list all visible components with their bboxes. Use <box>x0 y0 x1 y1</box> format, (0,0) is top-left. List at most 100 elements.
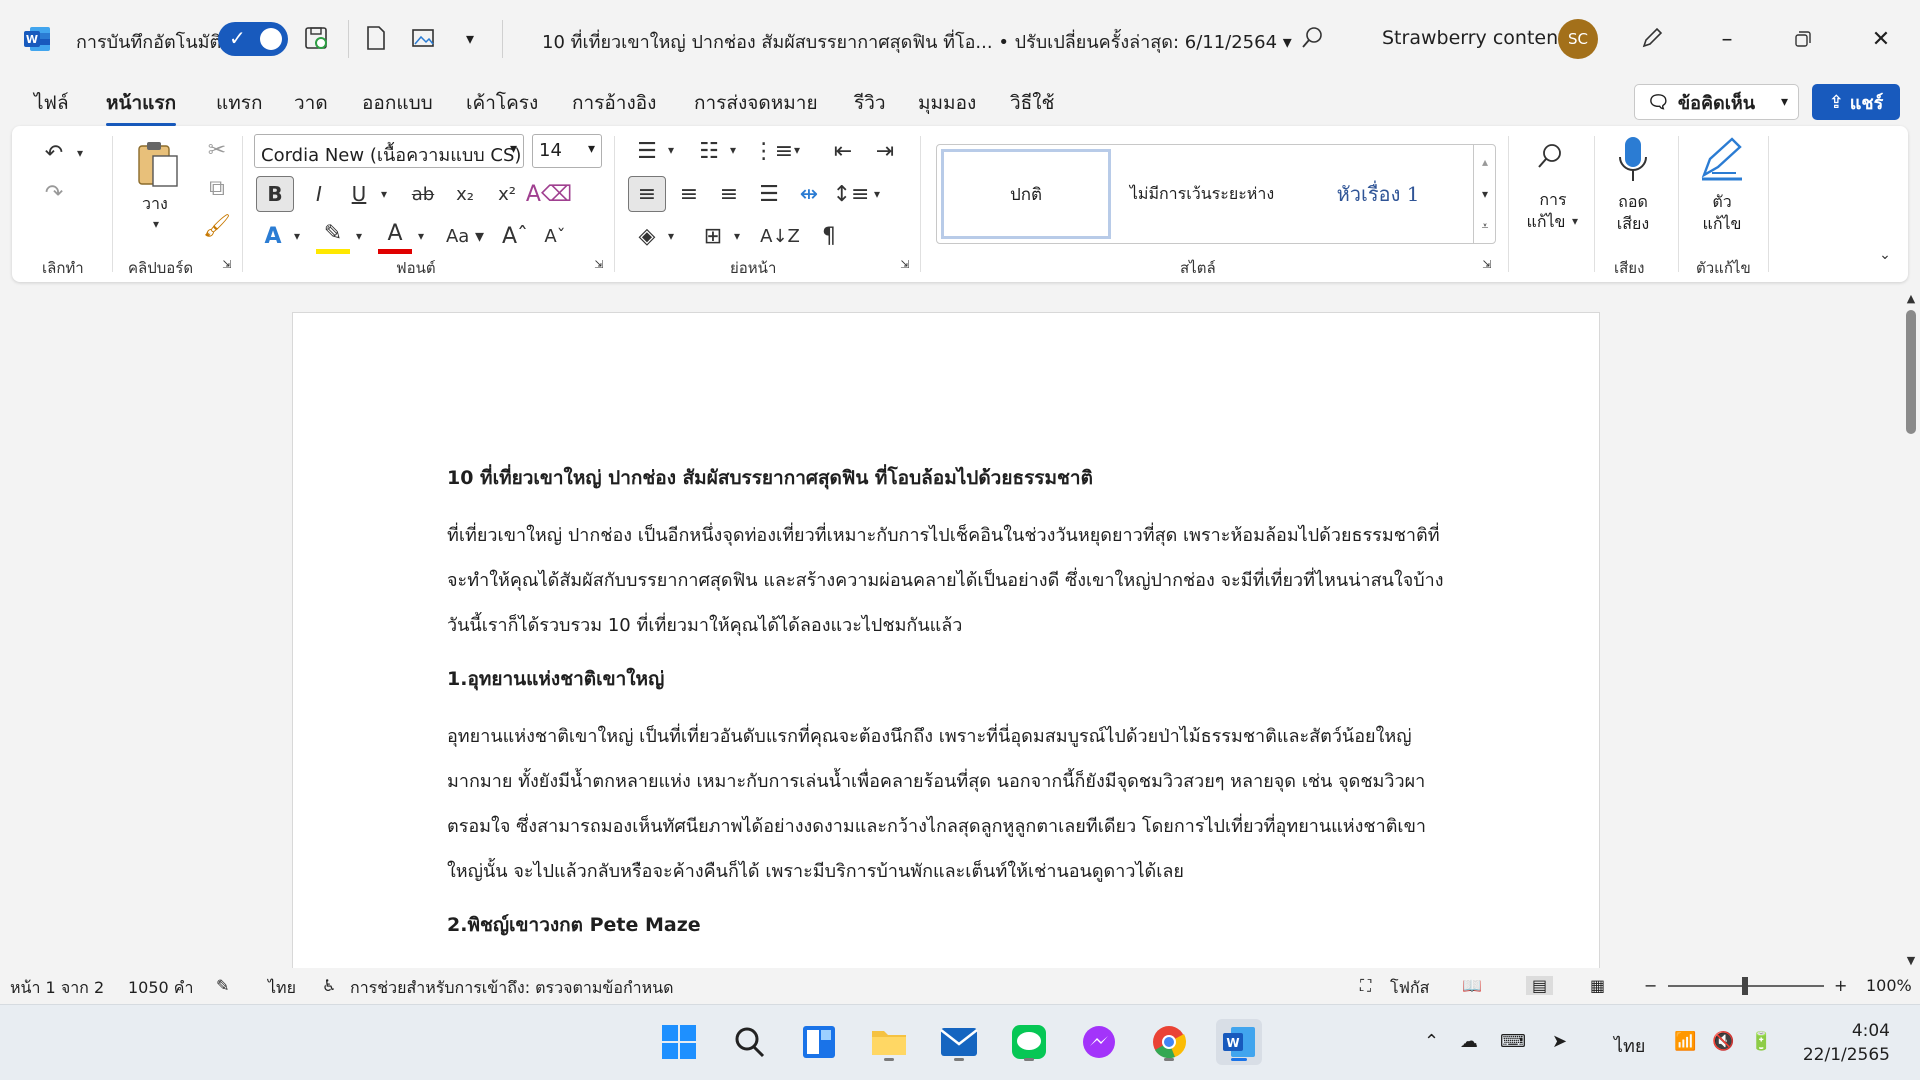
scroll-up-icon[interactable]: ▲ <box>1904 290 1918 306</box>
tab-references[interactable]: การอ้างอิง <box>572 88 656 118</box>
editor-pen-icon[interactable] <box>1692 134 1752 186</box>
dialog-launcher-icon[interactable]: ⇲ <box>1480 256 1494 272</box>
document-page[interactable]: 10 ที่เที่ยวเขาใหญ่ ปากช่อง สัมผัสบรรยาก… <box>292 312 1600 968</box>
dictate-label-2[interactable]: เสียง <box>1608 212 1658 237</box>
grow-font-icon[interactable]: Aˆ <box>498 218 532 254</box>
font-name-select[interactable]: Cordia New (เนื้อความแบบ CS) ▾ <box>254 134 524 168</box>
chevron-down-icon[interactable]: ▾ <box>790 138 804 162</box>
document-paragraph-intro[interactable]: ที่เที่ยวเขาใหญ่ ปากช่อง เป็นอีกหนึ่งจุด… <box>447 513 1447 648</box>
keyboard-icon[interactable]: ⌨ <box>1500 1031 1526 1052</box>
font-size-select[interactable]: 14 ▾ <box>532 134 602 168</box>
collapse-ribbon-icon[interactable]: ⌄ <box>1874 244 1896 266</box>
strikethrough-button[interactable]: ab <box>404 176 442 212</box>
comments-button[interactable]: 🗨 ข้อคิดเห็น ▾ <box>1634 84 1799 120</box>
word-count[interactable]: 1050 คำ <box>128 976 194 1001</box>
font-color-icon[interactable]: A <box>378 218 412 254</box>
dialog-launcher-icon[interactable]: ⇲ <box>592 256 606 272</box>
save-icon[interactable] <box>300 22 332 54</box>
undo-icon[interactable]: ↶ <box>36 136 72 170</box>
style-no-spacing[interactable]: ไม่มีการเว้นระยะห่าง <box>1117 149 1287 239</box>
align-center-button[interactable]: ≡ <box>672 176 706 212</box>
chevron-down-icon[interactable]: ▾ <box>870 182 884 206</box>
onedrive-icon[interactable]: ☁ <box>1460 1031 1478 1052</box>
zoom-out-icon[interactable]: − <box>1644 976 1657 995</box>
accessibility-status[interactable]: การช่วยสำหรับการเข้าถึง: ตรวจตามข้อกำหนด <box>350 976 674 1001</box>
tab-insert[interactable]: แทรก <box>216 88 262 118</box>
volume-muted-icon[interactable]: 🔇 <box>1712 1031 1734 1052</box>
highlight-icon[interactable]: ✎ <box>316 218 350 254</box>
wifi-icon[interactable]: 📶 <box>1674 1031 1696 1052</box>
zoom-slider-thumb[interactable] <box>1742 977 1748 995</box>
search-icon[interactable] <box>1296 22 1328 54</box>
chevron-down-icon[interactable]: ▾ <box>72 140 88 166</box>
clock[interactable]: 4:04 22/1/2565 <box>1798 1019 1890 1067</box>
bold-button[interactable]: B <box>256 176 294 212</box>
avatar[interactable]: SC <box>1558 19 1598 59</box>
tab-help[interactable]: วิธีใช้ <box>1010 88 1054 118</box>
subscript-button[interactable]: x₂ <box>448 176 482 212</box>
shading-icon[interactable]: ◈ <box>630 218 664 254</box>
chevron-down-icon[interactable]: ▾ <box>148 214 164 234</box>
chevron-down-icon[interactable]: ▾ <box>726 138 740 162</box>
editor-label-2[interactable]: แก้ไข <box>1696 212 1748 237</box>
chrome-icon[interactable] <box>1146 1019 1192 1065</box>
word-taskbar-icon[interactable]: W <box>1216 1019 1262 1065</box>
customize-toolbar-icon[interactable]: ▾ <box>454 22 486 54</box>
style-normal[interactable]: ปกติ <box>941 149 1111 239</box>
chevron-up-icon[interactable]: ⌃ <box>1424 1031 1439 1052</box>
read-mode-icon[interactable]: 📖 <box>1462 976 1482 995</box>
chevron-down-icon[interactable]: ▾ <box>414 224 428 248</box>
numbering-icon[interactable]: ☷ <box>692 134 726 168</box>
increase-indent-icon[interactable]: ⇥ <box>868 134 902 168</box>
style-heading-1[interactable]: หัวเรื่อง 1 <box>1293 149 1463 239</box>
share-button[interactable]: ⇪ แชร์ <box>1812 84 1900 120</box>
designer-pen-icon[interactable] <box>1636 22 1668 54</box>
print-layout-icon[interactable]: ▤ <box>1526 976 1554 995</box>
sort-icon[interactable]: A↓Z <box>760 218 800 254</box>
gallery-up-icon[interactable]: ▴ <box>1474 147 1496 177</box>
tab-layout[interactable]: เค้าโครง <box>466 88 538 118</box>
scroll-down-icon[interactable]: ▼ <box>1904 952 1918 968</box>
format-painter-icon[interactable]: 🖌 <box>202 210 232 242</box>
find-icon[interactable] <box>1520 136 1580 176</box>
tab-view[interactable]: มุมมอง <box>918 88 976 118</box>
document-paragraph-1[interactable]: อุทยานแห่งชาติเขาใหญ่ เป็นที่เที่ยวอันดั… <box>447 714 1447 894</box>
chevron-down-icon[interactable]: ▾ <box>290 224 304 248</box>
italic-button[interactable]: I <box>302 176 336 212</box>
zoom-in-icon[interactable]: + <box>1834 976 1847 995</box>
line-app-icon[interactable] <box>1006 1019 1052 1065</box>
zoom-level[interactable]: 100% <box>1866 976 1912 995</box>
language-indicator[interactable]: ไทย <box>268 976 296 1001</box>
borders-icon[interactable]: ⊞ <box>696 218 730 254</box>
tab-design[interactable]: ออกแบบ <box>362 88 433 118</box>
start-icon[interactable] <box>656 1019 702 1065</box>
document-heading-1[interactable]: 1.อุทยานแห่งชาติเขาใหญ่ <box>447 664 1447 694</box>
tab-review[interactable]: รีวิว <box>854 88 886 118</box>
chevron-down-icon[interactable]: ▾ <box>1568 212 1582 230</box>
clear-formatting-icon[interactable]: A⌫ <box>526 176 572 212</box>
show-formatting-marks-icon[interactable]: ¶ <box>812 218 846 254</box>
new-document-icon[interactable] <box>360 22 392 54</box>
chevron-down-icon[interactable]: ▾ <box>664 138 678 162</box>
align-right-button[interactable]: ≡ <box>712 176 746 212</box>
editing-label-2[interactable]: แก้ไข <box>1520 210 1572 235</box>
dialog-launcher-icon[interactable]: ⇲ <box>898 256 912 272</box>
user-name[interactable]: Strawberry content <box>1382 27 1566 49</box>
close-icon[interactable]: ✕ <box>1864 22 1898 56</box>
minimize-icon[interactable]: – <box>1710 22 1744 56</box>
tab-mailings[interactable]: การส่งจดหมาย <box>694 88 818 118</box>
paste-icon[interactable] <box>130 136 186 192</box>
tab-file[interactable]: ไฟล์ <box>34 88 69 118</box>
change-case-icon[interactable]: Aa ▾ <box>440 218 490 254</box>
widgets-icon[interactable] <box>796 1019 842 1065</box>
dialog-launcher-icon[interactable]: ⇲ <box>220 256 234 272</box>
shrink-font-icon[interactable]: Aˇ <box>538 218 572 254</box>
scroll-thumb[interactable] <box>1906 310 1916 434</box>
messenger-icon[interactable] <box>1076 1019 1122 1065</box>
bullets-icon[interactable]: ☰ <box>630 134 664 168</box>
chevron-down-icon[interactable]: ▾ <box>730 224 744 248</box>
send-icon[interactable]: ➤ <box>1552 1031 1567 1052</box>
tab-draw[interactable]: วาด <box>294 88 328 118</box>
chevron-down-icon[interactable]: ▾ <box>352 224 366 248</box>
line-spacing-icon[interactable]: ↕≡ <box>833 176 870 212</box>
